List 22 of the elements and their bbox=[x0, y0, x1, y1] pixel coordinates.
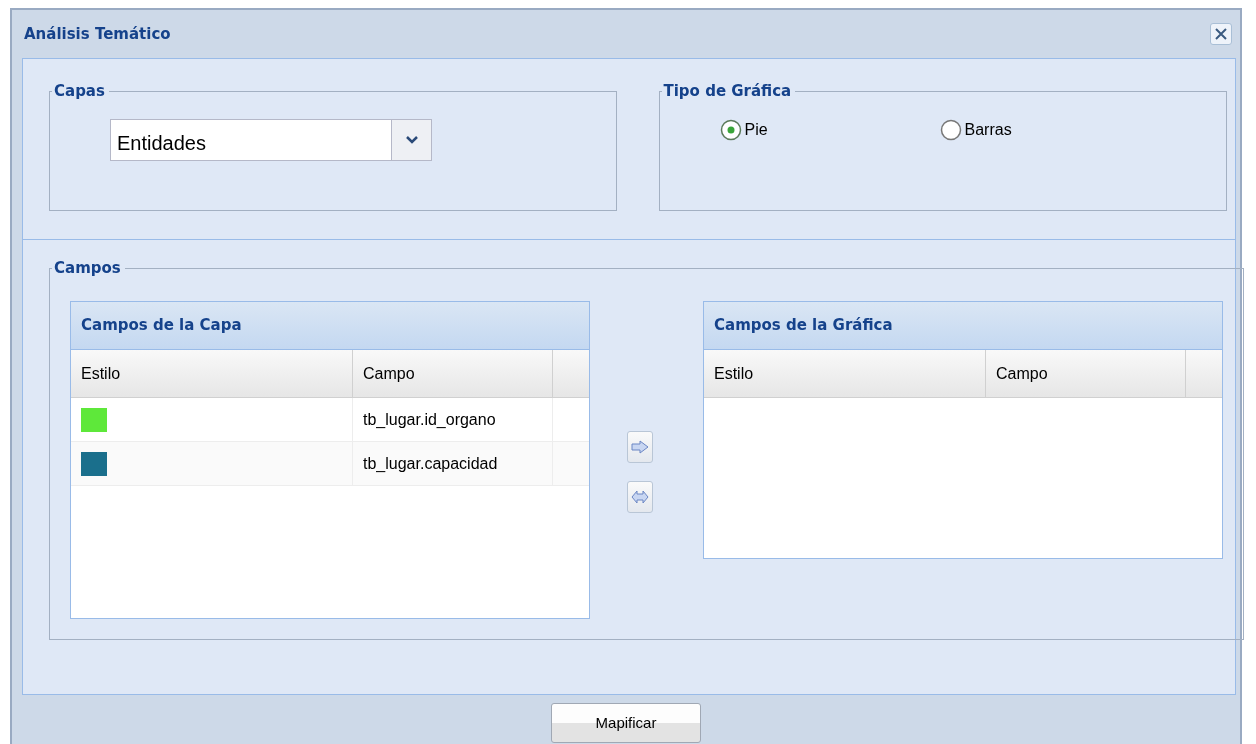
close-icon bbox=[1214, 27, 1228, 41]
table-cell: tb_lugar.id_organo bbox=[353, 398, 553, 441]
group-legend: Tipo de Gráfica bbox=[661, 80, 796, 102]
column-header[interactable]: Campo bbox=[353, 350, 553, 397]
layer-dropdown[interactable]: Entidades bbox=[110, 119, 432, 161]
window-title: Análisis Temático bbox=[24, 23, 171, 45]
radio-option[interactable]: Barras bbox=[939, 118, 1160, 142]
grid-title: Campos de la Gráfica bbox=[704, 302, 1222, 350]
table-cell: tb_lugar.capacidad bbox=[353, 442, 553, 485]
grid-title: Campos de la Capa bbox=[71, 302, 589, 350]
radio-option[interactable]: Pie bbox=[719, 118, 940, 142]
column-header[interactable]: Campo bbox=[986, 350, 1186, 397]
column-header[interactable]: Estilo bbox=[71, 350, 353, 397]
double-arrow-icon bbox=[631, 490, 649, 504]
mapify-button[interactable]: Mapificar bbox=[551, 703, 701, 743]
column-header[interactable]: Estilo bbox=[704, 350, 986, 397]
add-button[interactable] bbox=[627, 431, 653, 463]
table-row[interactable]: tb_lugar.capacidad bbox=[71, 442, 589, 486]
chevron-down-icon bbox=[405, 136, 418, 144]
close-button[interactable] bbox=[1210, 23, 1232, 45]
arrow-right-icon bbox=[631, 440, 649, 454]
remove-button[interactable] bbox=[627, 481, 653, 513]
